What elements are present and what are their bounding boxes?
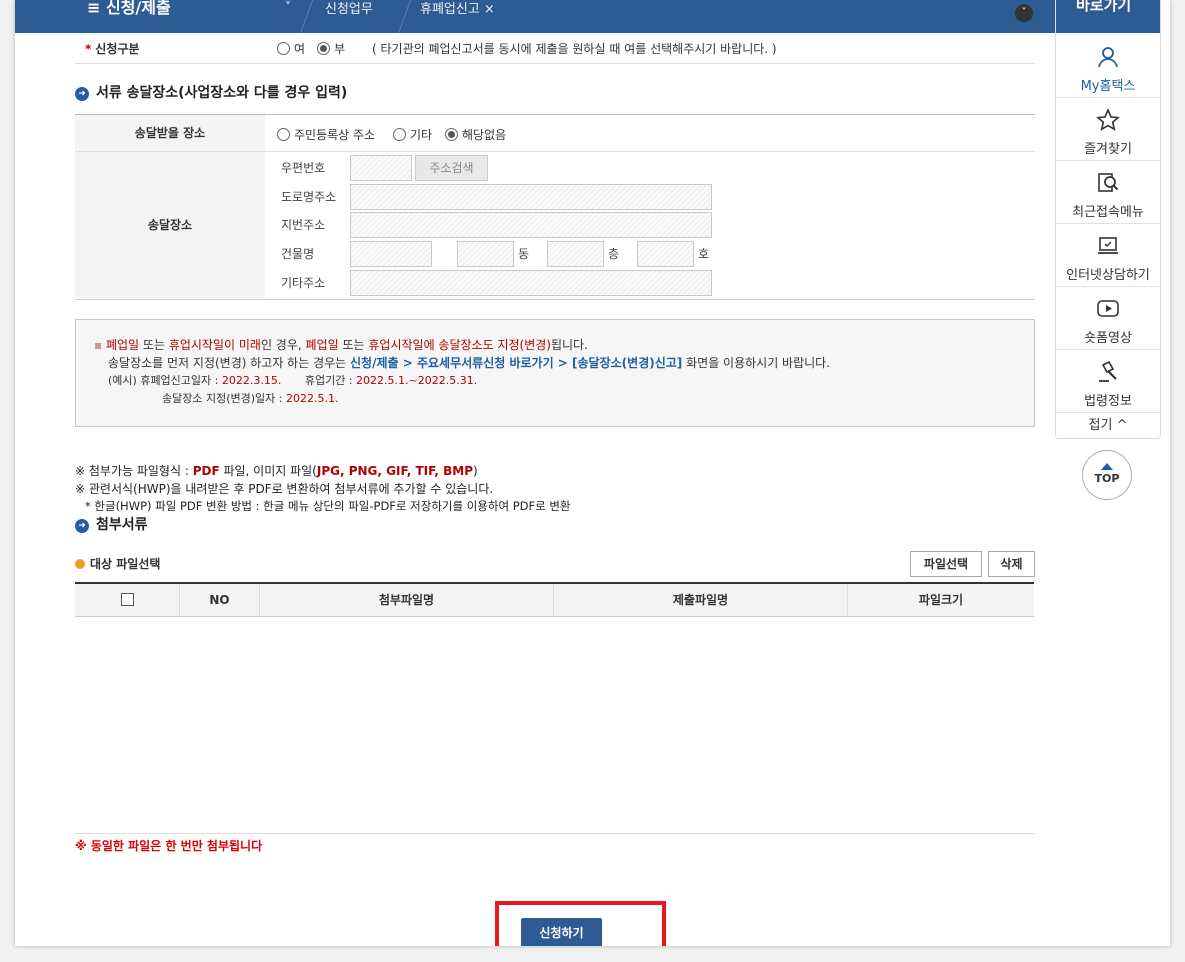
breadcrumb-divider bbox=[299, 0, 316, 33]
zip-label: 우편번호 bbox=[281, 161, 326, 175]
radio-yes[interactable]: 여 bbox=[277, 40, 305, 57]
dong-label: 동 bbox=[518, 247, 530, 261]
file-select-button[interactable]: 파일선택 bbox=[910, 551, 982, 577]
arrow-right-icon: ➜ bbox=[75, 519, 89, 533]
file-table-header: NO 첨부파일명 제출파일명 파일크기 bbox=[75, 582, 1034, 617]
radio-no[interactable]: 부 bbox=[317, 40, 345, 57]
quick-menu-header: 바로가기 bbox=[1056, 0, 1160, 33]
quick-my-hometax[interactable]: My홈택스 bbox=[1056, 34, 1160, 98]
file-select-title: 대상 파일선택 bbox=[75, 555, 160, 572]
attach-hwp-info: ※ 관련서식(HWP)을 내려받은 후 PDF로 변환하여 첨부서류에 추가할 … bbox=[75, 482, 494, 496]
col-attach-filename: 첨부파일명 bbox=[260, 584, 554, 616]
play-icon bbox=[1097, 300, 1119, 317]
attach-pdf-convert-info: * 한글(HWP) 파일 PDF 변환 방법 : 한글 메뉴 상단의 파일-PD… bbox=[85, 499, 571, 513]
col-file-size: 파일크기 bbox=[918, 593, 964, 607]
place-label: 송달받을 장소 bbox=[75, 115, 265, 152]
menu-title[interactable]: ≡ 신청/제출 bbox=[87, 0, 171, 18]
notice-line-1: ▪ 폐업일 또는 휴업시작일이 미래인 경우, 폐업일 또는 휴업시작일에 송달… bbox=[94, 338, 588, 352]
chevron-down-icon[interactable]: ˅ bbox=[1015, 4, 1033, 22]
quick-short-video[interactable]: 숏폼영상 bbox=[1056, 286, 1160, 350]
arrow-up-icon bbox=[1101, 463, 1113, 470]
gavel-icon bbox=[1099, 361, 1117, 382]
notice-line-3: (예시) 휴폐업신고일자 : 2022.3.15. 휴업기간 : 2022.5.… bbox=[108, 374, 478, 387]
delivery-table: 송달받을 장소 주민등록상 주소 기타 해당없음 송달장소 우편번호 주소검색 … bbox=[75, 114, 1035, 300]
delete-button[interactable]: 삭제 bbox=[988, 551, 1035, 577]
place-options: 주민등록상 주소 기타 해당없음 bbox=[265, 115, 1035, 152]
top-label: TOP bbox=[1094, 472, 1120, 485]
bullet-icon bbox=[75, 559, 85, 569]
col-no: NO bbox=[180, 584, 260, 616]
dong-input[interactable] bbox=[457, 241, 514, 267]
zip-input[interactable] bbox=[350, 155, 412, 181]
quick-recent-menu[interactable]: 최근접속메뉴 bbox=[1056, 160, 1160, 224]
page: ≡ 신청/제출 ˅ 신청업무 휴폐업신고 × ˅ * 신청구분 여 부 ( 타기관… bbox=[15, 0, 1170, 946]
radio-none[interactable]: 해당없음 bbox=[445, 126, 506, 143]
etc-address-input[interactable] bbox=[350, 270, 712, 296]
road-address-input[interactable] bbox=[350, 184, 712, 210]
breadcrumb-divider bbox=[397, 0, 414, 33]
laptop-icon bbox=[1098, 237, 1118, 254]
apply-type-label: * 신청구분 bbox=[85, 42, 140, 56]
etc-address-label: 기타주소 bbox=[281, 276, 326, 290]
lot-address-input[interactable] bbox=[350, 212, 712, 238]
top-navigation-bar: ≡ 신청/제출 ˅ 신청업무 휴폐업신고 × ˅ bbox=[15, 0, 1055, 33]
breadcrumb-item[interactable]: 신청업무 bbox=[325, 0, 373, 17]
breadcrumb-item-current[interactable]: 휴폐업신고 × bbox=[420, 0, 495, 17]
building-label: 건물명 bbox=[281, 247, 315, 261]
ho-label: 호 bbox=[698, 247, 710, 261]
select-all-checkbox[interactable] bbox=[75, 584, 180, 616]
scroll-top-button[interactable]: TOP bbox=[1082, 450, 1132, 500]
section-title-delivery: ➜ 서류 송달장소(사업장소와 다를 경우 입력) bbox=[75, 82, 347, 102]
ho-input[interactable] bbox=[637, 241, 694, 267]
address-label: 송달장소 bbox=[75, 152, 265, 298]
quick-law-info[interactable]: 법령정보 bbox=[1056, 349, 1160, 413]
radio-other[interactable]: 기타 bbox=[393, 126, 432, 143]
floor-input[interactable] bbox=[547, 241, 604, 267]
submit-button[interactable]: 신청하기 bbox=[521, 918, 602, 946]
notice-line-2: 송달장소를 먼저 지정(변경) 하고자 하는 경우는 신청/제출 > 주요세무서… bbox=[108, 356, 831, 370]
fold-button[interactable]: 접기 ^ bbox=[1056, 414, 1160, 433]
radio-resident[interactable]: 주민등록상 주소 bbox=[277, 126, 375, 143]
arrow-right-icon: ➜ bbox=[75, 87, 89, 101]
duplicate-file-warning: ※ 동일한 파일은 한 번만 첨부됩니다 bbox=[75, 839, 263, 853]
recent-search-icon bbox=[1098, 173, 1119, 192]
notice-box: ▪ 폐업일 또는 휴업시작일이 미래인 경우, 폐업일 또는 휴업시작일에 송달… bbox=[75, 319, 1035, 427]
quick-favorites[interactable]: 즐겨찾기 bbox=[1056, 97, 1160, 161]
dropdown-arrow-icon[interactable]: ˅ bbox=[285, 0, 291, 14]
star-icon bbox=[1096, 109, 1120, 131]
notice-line-4: 송달장소 지정(변경)일자 : 2022.5.1. bbox=[162, 392, 339, 405]
road-address-label: 도로명주소 bbox=[281, 190, 337, 204]
apply-type-row: * 신청구분 여 부 ( 타기관의 폐업신고서를 동시에 제출을 원하실 때 여를… bbox=[75, 34, 1035, 64]
floor-label: 층 bbox=[608, 247, 620, 261]
attach-format-info: ※ 첨부가능 파일형식 : PDF 파일, 이미지 파일(JPG, PNG, G… bbox=[75, 464, 478, 478]
col-submit-filename: 제출파일명 bbox=[554, 584, 848, 616]
quick-online-consult[interactable]: 인터넷상담하기 bbox=[1056, 223, 1160, 287]
person-icon bbox=[1098, 47, 1118, 68]
lot-address-label: 지번주소 bbox=[281, 218, 326, 232]
file-list-area[interactable] bbox=[75, 614, 1034, 834]
apply-type-note: ( 타기관의 폐업신고서를 동시에 제출을 원하실 때 여를 선택해주시기 바랍… bbox=[372, 42, 777, 56]
building-input[interactable] bbox=[350, 241, 432, 267]
address-search-button[interactable]: 주소검색 bbox=[415, 155, 488, 181]
quick-menu-panel: 바로가기 My홈택스 즐겨찾기 최근접속메뉴 인터넷상담하기 숏폼영상 법령정보… bbox=[1055, 0, 1161, 439]
section-title-attachments: ➜ 첨부서류 bbox=[75, 514, 148, 534]
